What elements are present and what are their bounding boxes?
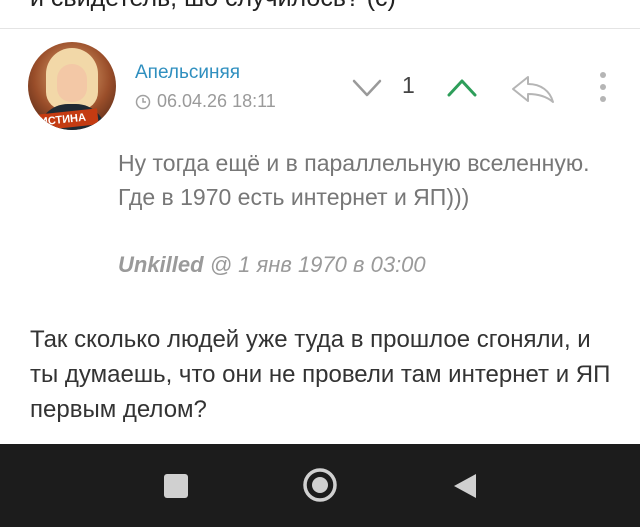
avatar[interactable]: ИСТИНА: [28, 42, 116, 130]
author-name[interactable]: Апельсиняя: [135, 62, 240, 84]
chevron-down-icon[interactable]: [352, 78, 382, 98]
comment-timestamp: 06.04.26 18:11: [157, 91, 276, 111]
triangle-back-icon[interactable]: [452, 472, 478, 500]
quote-date: @ 1 янв 1970 в 03:00: [209, 252, 426, 277]
comment-meta: 06.04.26 18:11: [135, 91, 276, 112]
chevron-up-icon[interactable]: [447, 78, 477, 98]
quoted-text: Ну тогда ещё и в параллельную вселенную.…: [118, 150, 590, 210]
clock-icon: [135, 94, 151, 109]
previous-comment-snippet: и свидетель, шо случилось? (с): [30, 0, 630, 13]
square-icon[interactable]: [164, 474, 188, 498]
comment-body: Так сколько людей уже туда в прошлое сго…: [30, 326, 611, 423]
quote-attribution: Unkilled @ 1 янв 1970 в 03:00: [118, 252, 426, 278]
more-vertical-icon[interactable]: [598, 70, 608, 104]
reply-arrow-icon[interactable]: [510, 74, 556, 104]
quote-author[interactable]: Unkilled: [118, 252, 204, 277]
circle-icon[interactable]: [302, 467, 338, 503]
divider: [0, 28, 640, 29]
comment-score: 1: [402, 72, 415, 98]
